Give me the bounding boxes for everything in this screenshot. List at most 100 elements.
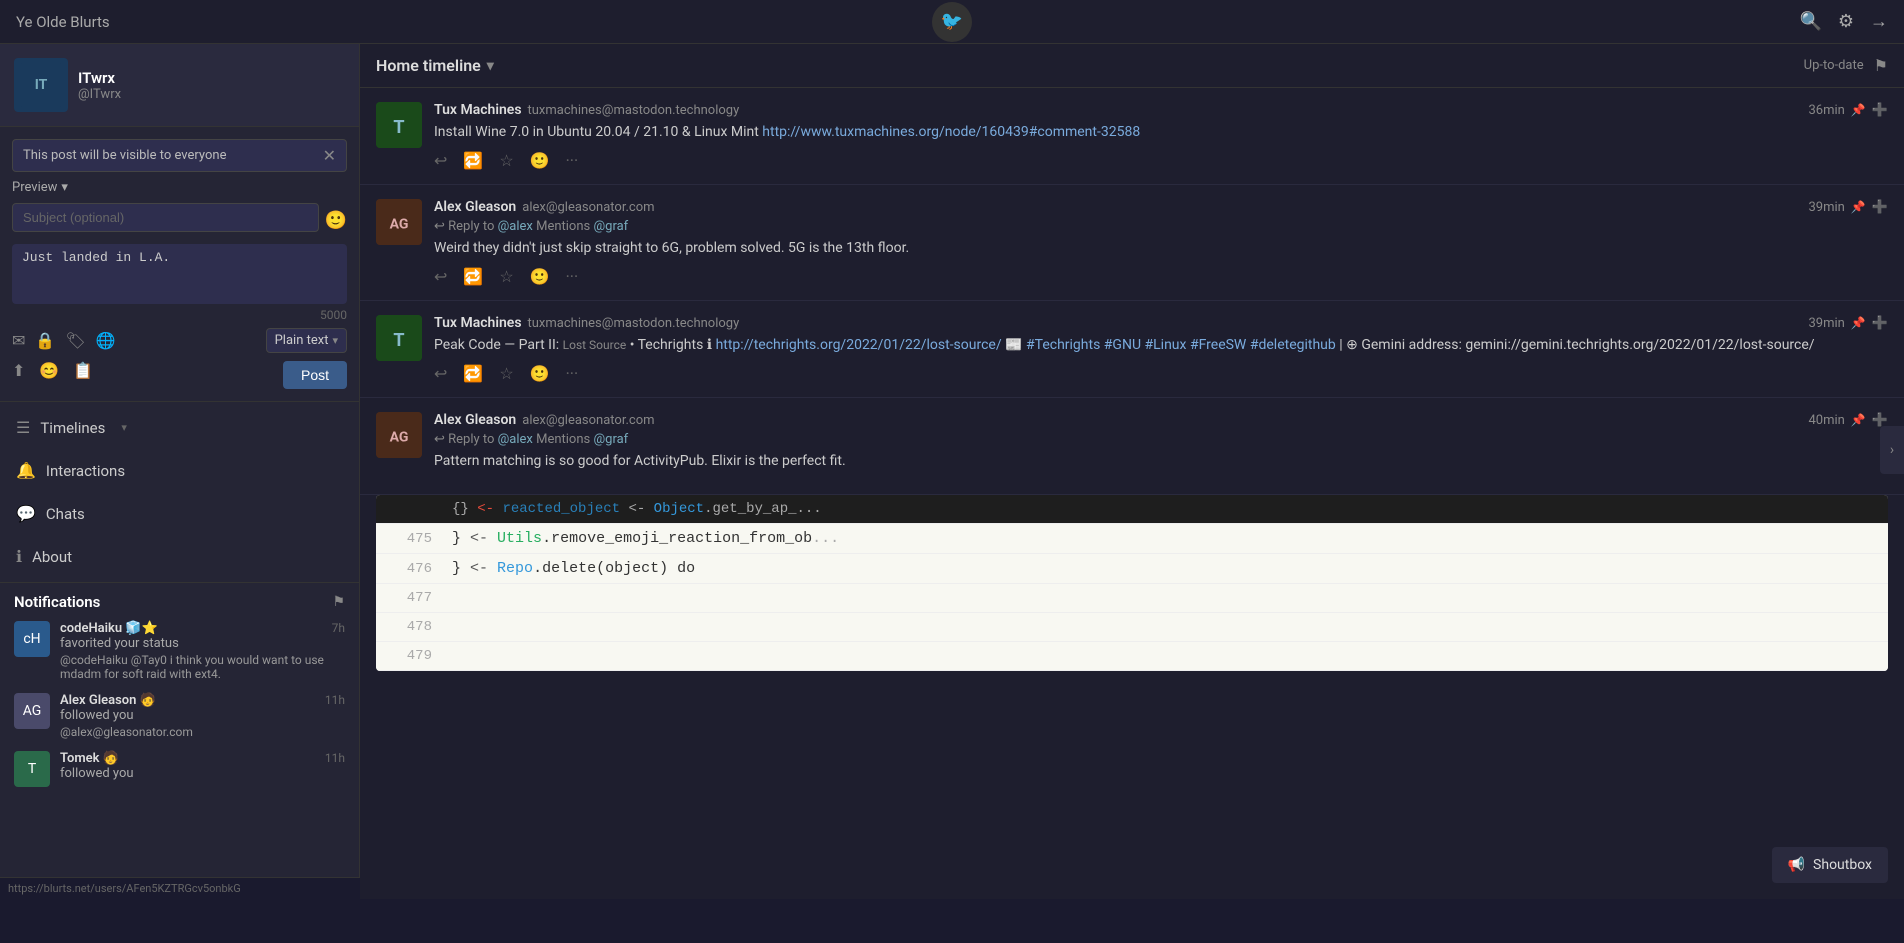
more-icon[interactable]: ··· (566, 267, 579, 286)
boost-icon[interactable]: 🔁 (463, 151, 483, 170)
post-link[interactable]: http://techrights.org/2022/01/22/lost-so… (716, 337, 1002, 353)
status-bar: https://blurts.net/users/AFen5KZTRGcv5on… (0, 877, 360, 899)
code-line: {} <- reacted_object <- Object.get_by_ap… (376, 495, 1888, 524)
post-body: Alex Gleason alex@gleasonator.com 40min … (434, 412, 1888, 480)
post-plus-icon[interactable]: ➕ (1872, 200, 1888, 215)
visibility-text: This post will be visible to everyone (23, 148, 226, 163)
post-text: Pattern matching is so good for Activity… (434, 451, 1888, 472)
post-pin-icon[interactable]: 📌 (1851, 413, 1866, 427)
upload-icon[interactable]: ⬆ (12, 361, 25, 389)
post-text: Weird they didn't just skip straight to … (434, 238, 1888, 259)
topbar-icons: 🔍 ⚙ → (1799, 11, 1888, 32)
email-icon[interactable]: ✉ (12, 331, 25, 350)
chats-label: Chats (46, 505, 85, 523)
post-actions: ↩ 🔁 ☆ 🙂 ··· (434, 151, 1888, 170)
post-time-actions: 39min 📌 ➕ (1809, 316, 1889, 331)
post-button[interactable]: Post (283, 361, 347, 389)
preview-toggle[interactable]: Preview ▾ (12, 180, 347, 195)
code-line: 477 (376, 584, 1888, 613)
interactions-label: Interactions (46, 462, 125, 480)
bell-icon: 🔔 (16, 461, 36, 480)
lock-icon[interactable]: 🔒 (35, 331, 55, 350)
reply-mention2[interactable]: @graf (593, 432, 628, 447)
emoji-react-icon[interactable]: 🙂 (530, 267, 550, 286)
post-text: Peak Code — Part II: Lost Source • Techr… (434, 335, 1888, 356)
compose-toolbar-right: Plain text ▾ (266, 328, 347, 353)
favorite-icon[interactable]: ☆ (499, 364, 513, 383)
code-line-number: 477 (392, 590, 432, 606)
hashtag[interactable]: #FreeSW (1190, 337, 1246, 353)
user-profile[interactable]: IT ITwrx @ITwrx (0, 44, 359, 127)
timelines-label: Timelines (40, 419, 105, 437)
attachment-icon[interactable]: 📋 (73, 361, 93, 389)
notifications-filter-icon[interactable]: ⚑ (332, 594, 345, 610)
user-info: ITwrx @ITwrx (78, 69, 345, 102)
user-handle: @ITwrx (78, 87, 345, 102)
post-plus-icon[interactable]: ➕ (1872, 103, 1888, 118)
reply-mention[interactable]: @alex (498, 432, 533, 447)
post-link[interactable]: http://www.tuxmachines.org/node/160439#c… (762, 124, 1140, 140)
sidebar-item-chats[interactable]: 💬 Chats (0, 492, 359, 535)
nav-section: ☰ Timelines ▾ 🔔 Interactions 💬 Chats ℹ A… (0, 402, 359, 582)
timeline-dropdown-icon[interactable]: ▾ (487, 58, 494, 74)
reply-icon[interactable]: ↩ (434, 364, 447, 383)
boost-icon[interactable]: 🔁 (463, 267, 483, 286)
format-select-value[interactable]: Plain text (275, 333, 329, 348)
post-item: T Tux Machines tuxmachines@mastodon.tech… (360, 301, 1904, 398)
globe-icon[interactable]: 🌐 (96, 331, 116, 350)
about-label: About (32, 548, 72, 566)
reply-icon[interactable]: ↩ (434, 151, 447, 170)
notif-content: Alex Gleason 🧑 11h followed you @alex@gl… (60, 693, 345, 739)
hashtag[interactable]: #deletegithub (1250, 337, 1336, 353)
search-icon[interactable]: 🔍 (1799, 11, 1821, 32)
post-author: Alex Gleason alex@gleasonator.com (434, 199, 655, 215)
post-pin-icon[interactable]: 📌 (1851, 316, 1866, 330)
post-avatar: AG (376, 412, 422, 458)
more-icon[interactable]: ··· (566, 364, 579, 383)
sidebar-item-interactions[interactable]: 🔔 Interactions (0, 449, 359, 492)
notif-name: Alex Gleason 🧑 (60, 693, 156, 708)
emoji-icon[interactable]: 😊 (39, 361, 59, 389)
post-plus-icon[interactable]: ➕ (1872, 316, 1888, 331)
post-pin-icon[interactable]: 📌 (1851, 200, 1866, 214)
hashtag[interactable]: #Techrights (1026, 337, 1100, 353)
tag-icon[interactable]: 🏷 (65, 331, 85, 350)
emoji-react-icon[interactable]: 🙂 (530, 364, 550, 383)
favorite-icon[interactable]: ☆ (499, 267, 513, 286)
reply-mention[interactable]: @alex (498, 219, 533, 234)
post-name: Alex Gleason (434, 199, 516, 215)
notification-item: cH codeHaiku 🧊⭐ 7h favorited your status… (14, 621, 345, 681)
code-content: } <- Repo.delete(object) do (452, 560, 695, 577)
post-body: Tux Machines tuxmachines@mastodon.techno… (434, 102, 1888, 170)
post-author: Tux Machines tuxmachines@mastodon.techno… (434, 102, 739, 118)
reply-mention2[interactable]: @graf (593, 219, 628, 234)
notif-avatar: AG (14, 693, 50, 729)
info-icon: ℹ (16, 547, 22, 566)
post-name: Alex Gleason (434, 412, 516, 428)
shoutbox-button[interactable]: 📢 Shoutbox (1772, 847, 1888, 883)
hashtag[interactable]: #Linux (1145, 337, 1187, 353)
emoji-picker-icon[interactable]: 🙂 (325, 210, 347, 231)
svg-text:AG: AG (390, 216, 409, 232)
favorite-icon[interactable]: ☆ (499, 151, 513, 170)
compose-textarea[interactable]: Just landed in L.A. (12, 244, 347, 304)
sidebar-item-about[interactable]: ℹ About (0, 535, 359, 578)
avatar-container: IT (14, 58, 68, 112)
code-content: } <- Utils.remove_emoji_reaction_from_ob… (452, 530, 839, 547)
subject-input[interactable] (12, 203, 319, 232)
boost-icon[interactable]: 🔁 (463, 364, 483, 383)
post-pin-icon[interactable]: 📌 (1851, 103, 1866, 117)
more-icon[interactable]: ··· (566, 151, 579, 170)
emoji-react-icon[interactable]: 🙂 (530, 151, 550, 170)
content-area: Home timeline ▾ Up-to-date ⚑ T Tux Machi… (360, 44, 1904, 899)
post-name: Tux Machines (434, 315, 522, 331)
settings-icon[interactable]: ⚙ (1838, 11, 1854, 32)
sidebar-item-timelines[interactable]: ☰ Timelines ▾ (0, 406, 359, 449)
timeline-filter-icon[interactable]: ⚑ (1874, 56, 1888, 75)
shoutbox-label: Shoutbox (1813, 857, 1872, 873)
close-visibility-button[interactable]: ✕ (323, 146, 336, 165)
hashtag[interactable]: #GNU (1104, 337, 1141, 353)
reply-icon[interactable]: ↩ (434, 267, 447, 286)
right-panel-toggle[interactable]: › (1880, 426, 1904, 474)
forward-icon[interactable]: → (1870, 11, 1888, 32)
